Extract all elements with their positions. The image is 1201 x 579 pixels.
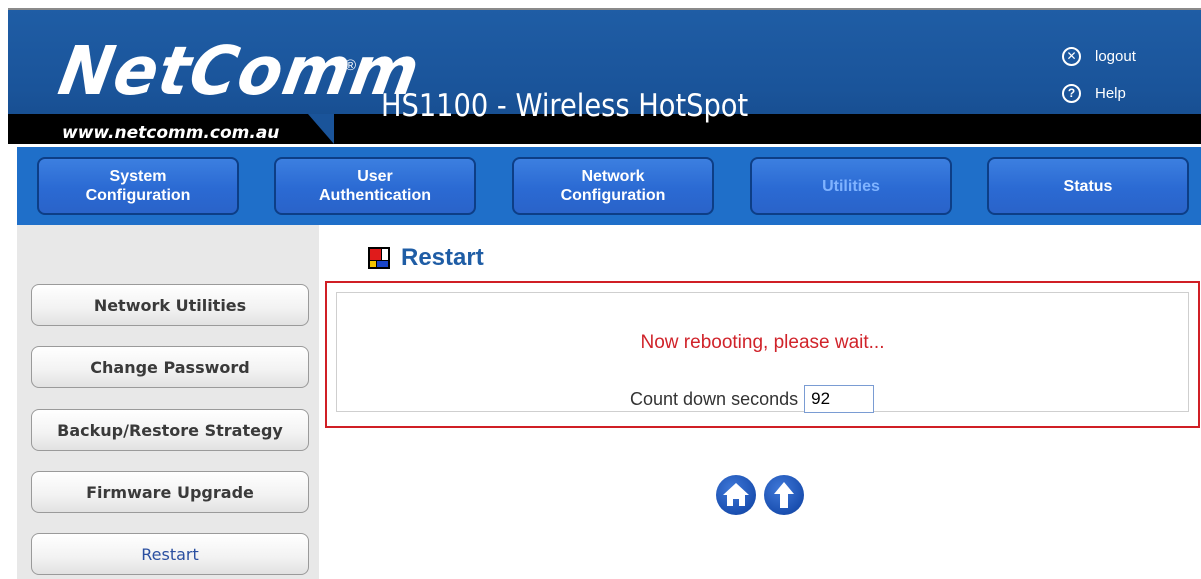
tab-label: Network Configuration [560,168,666,204]
restart-panel: Now rebooting, please wait... Count down… [325,281,1200,428]
tab-utilities[interactable]: Utilities [750,157,952,215]
countdown-field[interactable] [804,385,875,413]
sidebar-item-restart[interactable]: Restart [31,533,309,575]
header-banner: NetComm ® www.netcomm.com.au HS1100 - Wi… [8,8,1201,144]
home-icon [723,483,749,506]
brand-logo: NetComm [53,33,426,111]
tab-network-configuration[interactable]: Network Configuration [512,157,714,215]
sidebar-item-label: Change Password [90,357,250,377]
tab-status[interactable]: Status [987,157,1189,215]
page-title: Restart [401,244,484,271]
registered-mark: ® [345,57,357,74]
tab-system-configuration[interactable]: System Configuration [37,157,239,215]
sidebar-item-label: Firmware Upgrade [86,482,254,502]
tab-user-authentication[interactable]: User Authentication [274,157,476,215]
page-heading: Restart [367,244,484,272]
tab-label: System Configuration [85,168,191,204]
sidebar-item-backup-restore[interactable]: Backup/Restore Strategy [31,409,309,451]
product-title: HS1100 - Wireless HotSpot [381,88,749,124]
close-circle-icon: ✕ [1062,46,1081,66]
back-to-top-button[interactable] [764,475,804,515]
help-label: Help [1095,84,1126,102]
countdown-row: Count down seconds [630,385,875,413]
tab-label: User Authentication [319,168,431,204]
countdown-label: Count down seconds [630,388,799,409]
sidebar-item-label: Backup/Restore Strategy [57,420,283,440]
sidebar-item-label: Restart [141,544,199,564]
sidebar-item-network-utilities[interactable]: Network Utilities [31,284,309,326]
help-link[interactable]: ? Help [1062,81,1126,105]
restart-page-icon [368,247,390,269]
rebooting-message: Now rebooting, please wait... [640,332,885,353]
logout-link[interactable]: ✕ logout [1062,44,1136,68]
logout-label: logout [1095,47,1136,65]
tab-label: Utilities [822,177,880,195]
sidebar-item-change-password[interactable]: Change Password [31,346,309,388]
tab-label: Status [1063,177,1113,195]
sidebar-item-label: Network Utilities [93,295,247,315]
home-button[interactable] [716,475,756,515]
up-arrow-icon [774,482,794,508]
sidebar [17,225,319,579]
restart-panel-inner: Now rebooting, please wait... Count down… [336,292,1189,413]
sidebar-item-firmware-upgrade[interactable]: Firmware Upgrade [31,471,309,513]
question-circle-icon: ? [1062,83,1081,103]
brand-url: www.netcomm.com.au [62,123,280,143]
